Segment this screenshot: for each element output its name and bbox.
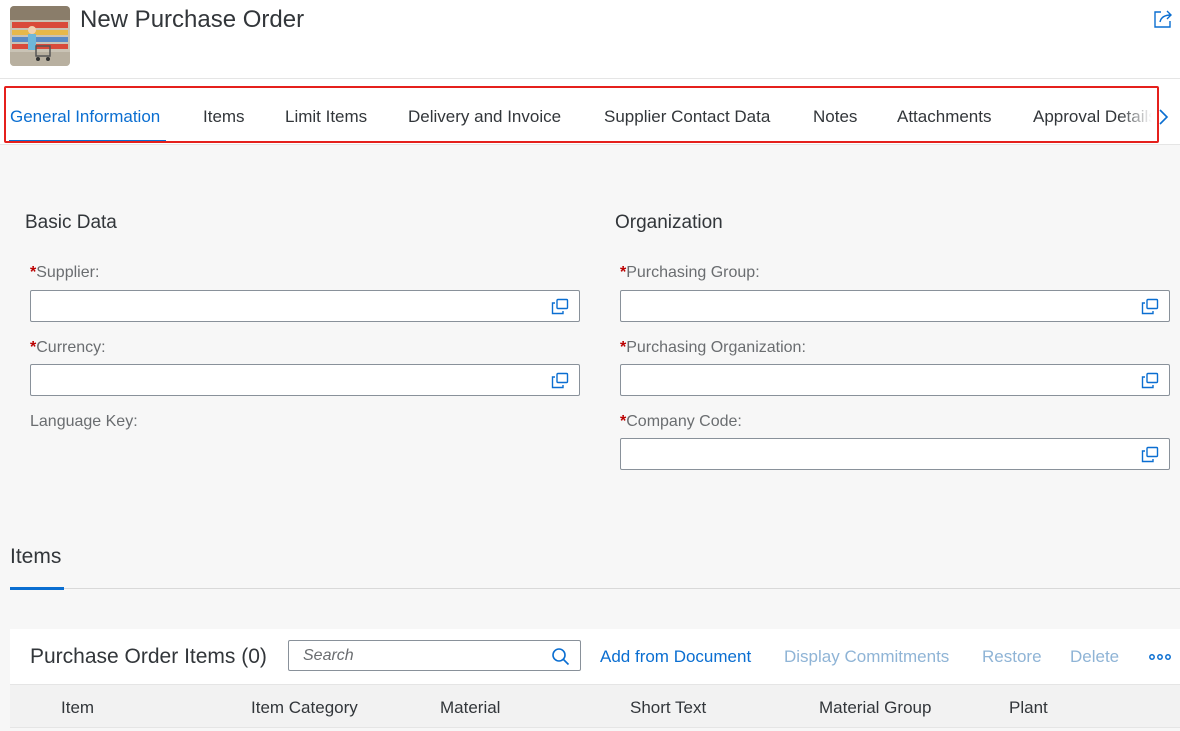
value-help-icon[interactable] bbox=[551, 298, 569, 315]
purchasing-group-field[interactable] bbox=[620, 290, 1170, 322]
currency-label-text: Currency: bbox=[36, 339, 106, 356]
purchasing-organization-label: *Purchasing Organization: bbox=[620, 339, 806, 357]
divider bbox=[10, 588, 1180, 589]
tab-supplier-contact-data[interactable]: Supplier Contact Data bbox=[604, 107, 770, 127]
object-page-header: New Purchase Order bbox=[0, 0, 1180, 79]
delete-button[interactable]: Delete bbox=[1070, 647, 1119, 667]
company-code-label: *Company Code: bbox=[620, 413, 742, 431]
table-header: Item Item Category Material Short Text M… bbox=[10, 684, 1180, 728]
tab-attachments[interactable]: Attachments bbox=[897, 107, 992, 127]
tab-list: General Information Items Limit Items De… bbox=[0, 79, 1152, 145]
column-header-plant[interactable]: Plant bbox=[1009, 698, 1048, 718]
purchasing-organization-label-text: Purchasing Organization: bbox=[626, 339, 806, 356]
supplier-label: *Supplier: bbox=[30, 264, 99, 282]
overflow-icon[interactable] bbox=[1148, 647, 1172, 667]
restore-button[interactable]: Restore bbox=[982, 647, 1042, 667]
purchasing-group-label: *Purchasing Group: bbox=[620, 264, 760, 282]
company-code-field[interactable] bbox=[620, 438, 1170, 470]
basic-data-title: Basic Data bbox=[25, 212, 117, 233]
supplier-field[interactable] bbox=[30, 290, 580, 322]
page-title: New Purchase Order bbox=[80, 6, 305, 33]
column-header-item[interactable]: Item bbox=[61, 698, 94, 718]
items-section-indicator bbox=[10, 587, 64, 590]
column-header-short-text[interactable]: Short Text bbox=[630, 698, 706, 718]
column-header-material-group[interactable]: Material Group bbox=[819, 698, 931, 718]
value-help-icon[interactable] bbox=[1141, 298, 1159, 315]
active-tab-indicator bbox=[9, 140, 166, 143]
chevron-right-icon[interactable] bbox=[1156, 107, 1172, 127]
table-toolbar: Purchase Order Items (0) Add from Docume… bbox=[10, 629, 1180, 684]
tab-limit-items[interactable]: Limit Items bbox=[285, 107, 367, 127]
value-help-icon[interactable] bbox=[1141, 372, 1159, 389]
language-key-label: Language Key: bbox=[30, 413, 138, 430]
table-title: Purchase Order Items (0) bbox=[30, 645, 267, 668]
column-header-material[interactable]: Material bbox=[440, 698, 500, 718]
column-header-item-category[interactable]: Item Category bbox=[251, 698, 358, 718]
organization-title: Organization bbox=[615, 212, 723, 233]
share-icon[interactable] bbox=[1152, 8, 1174, 30]
purchasing-group-label-text: Purchasing Group: bbox=[626, 264, 760, 281]
search-field[interactable] bbox=[288, 640, 581, 671]
tab-delivery-and-invoice[interactable]: Delivery and Invoice bbox=[408, 107, 561, 127]
currency-label: *Currency: bbox=[30, 339, 106, 357]
purchasing-organization-field[interactable] bbox=[620, 364, 1170, 396]
search-input[interactable] bbox=[303, 647, 543, 665]
tab-notes[interactable]: Notes bbox=[813, 107, 857, 127]
currency-field[interactable] bbox=[30, 364, 580, 396]
items-section-title: Items bbox=[10, 545, 62, 568]
add-from-document-button[interactable]: Add from Document bbox=[600, 647, 751, 667]
value-help-icon[interactable] bbox=[1141, 446, 1159, 463]
company-code-label-text: Company Code: bbox=[626, 413, 742, 430]
display-commitments-button[interactable]: Display Commitments bbox=[784, 647, 949, 667]
tab-general-information[interactable]: General Information bbox=[10, 107, 160, 127]
tab-items[interactable]: Items bbox=[203, 107, 245, 127]
supplier-label-text: Supplier: bbox=[36, 264, 100, 281]
search-icon[interactable] bbox=[551, 647, 570, 666]
tab-bar: General Information Items Limit Items De… bbox=[0, 79, 1180, 145]
avatar bbox=[10, 6, 70, 66]
tab-overflow-fade bbox=[1120, 99, 1152, 135]
value-help-icon[interactable] bbox=[551, 372, 569, 389]
